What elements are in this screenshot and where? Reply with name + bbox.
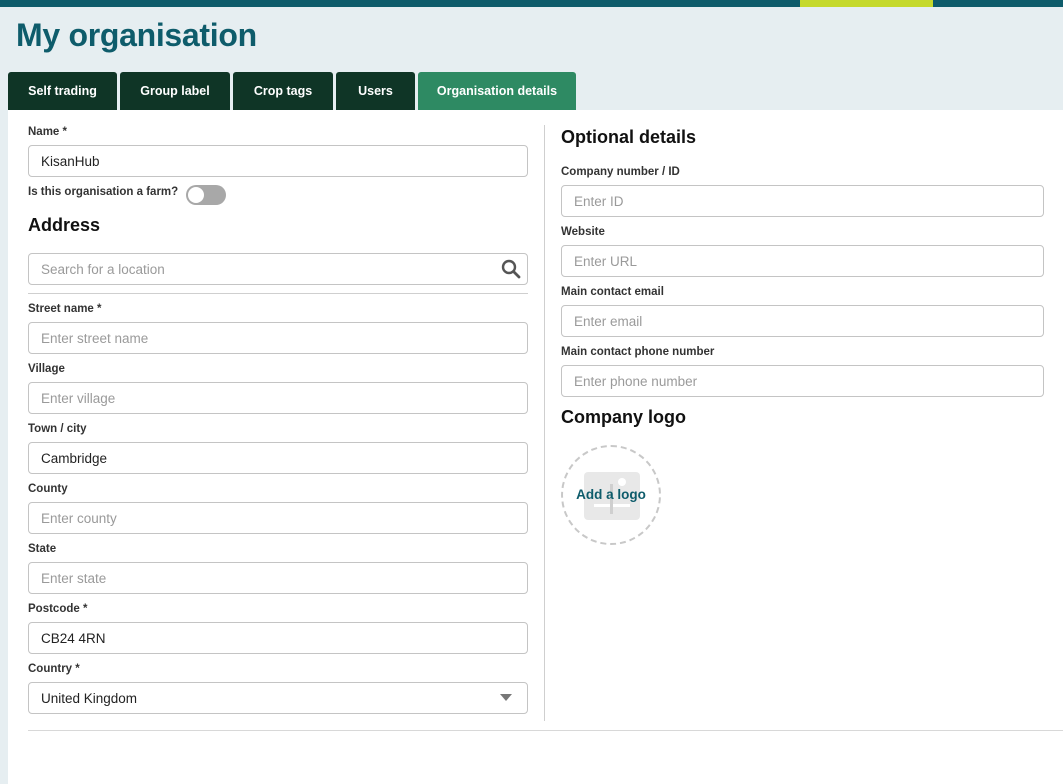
tab-bar: Self trading Group label Crop tags Users… — [8, 72, 579, 110]
website-input[interactable] — [561, 245, 1044, 277]
postcode-label: Postcode * — [28, 603, 88, 615]
search-divider — [28, 293, 528, 294]
address-heading: Address — [28, 215, 101, 235]
street-input[interactable] — [28, 322, 528, 354]
tab-organisation-details[interactable]: Organisation details — [418, 72, 576, 110]
company-number-label: Company number / ID — [561, 166, 680, 178]
toggle-knob — [188, 187, 204, 203]
website-label: Website — [561, 226, 605, 238]
location-search-input[interactable] — [28, 253, 528, 285]
top-bar-accent — [800, 0, 933, 7]
name-input[interactable] — [28, 145, 528, 177]
farm-toggle[interactable] — [186, 185, 226, 205]
village-input[interactable] — [28, 382, 528, 414]
column-divider — [544, 125, 545, 721]
state-input[interactable] — [28, 562, 528, 594]
name-label: Name * — [28, 126, 67, 138]
village-label: Village — [28, 363, 65, 375]
county-input[interactable] — [28, 502, 528, 534]
tab-group-label[interactable]: Group label — [120, 72, 230, 110]
company-number-input[interactable] — [561, 185, 1044, 217]
postcode-input[interactable] — [28, 622, 528, 654]
email-input[interactable] — [561, 305, 1044, 337]
country-label: Country * — [28, 663, 80, 675]
company-logo-heading: Company logo — [561, 407, 686, 427]
add-logo-label: Add a logo — [576, 487, 646, 502]
tab-crop-tags[interactable]: Crop tags — [233, 72, 333, 110]
county-label: County — [28, 483, 68, 495]
chevron-down-icon[interactable] — [500, 694, 512, 701]
country-select[interactable] — [28, 682, 528, 714]
tab-users[interactable]: Users — [336, 72, 415, 110]
town-input[interactable] — [28, 442, 528, 474]
phone-input[interactable] — [561, 365, 1044, 397]
add-logo-button[interactable]: Add a logo — [561, 445, 661, 545]
optional-details-heading: Optional details — [561, 127, 697, 147]
page-title: My organisation — [16, 17, 257, 53]
phone-label: Main contact phone number — [561, 346, 715, 358]
state-label: State — [28, 543, 57, 555]
street-label: Street name * — [28, 303, 102, 315]
tab-self-trading[interactable]: Self trading — [8, 72, 117, 110]
town-label: Town / city — [28, 423, 87, 435]
email-label: Main contact email — [561, 286, 664, 298]
farm-toggle-label: Is this organisation a farm? — [28, 186, 179, 198]
footer-divider — [28, 730, 1063, 731]
search-icon[interactable] — [501, 259, 521, 279]
